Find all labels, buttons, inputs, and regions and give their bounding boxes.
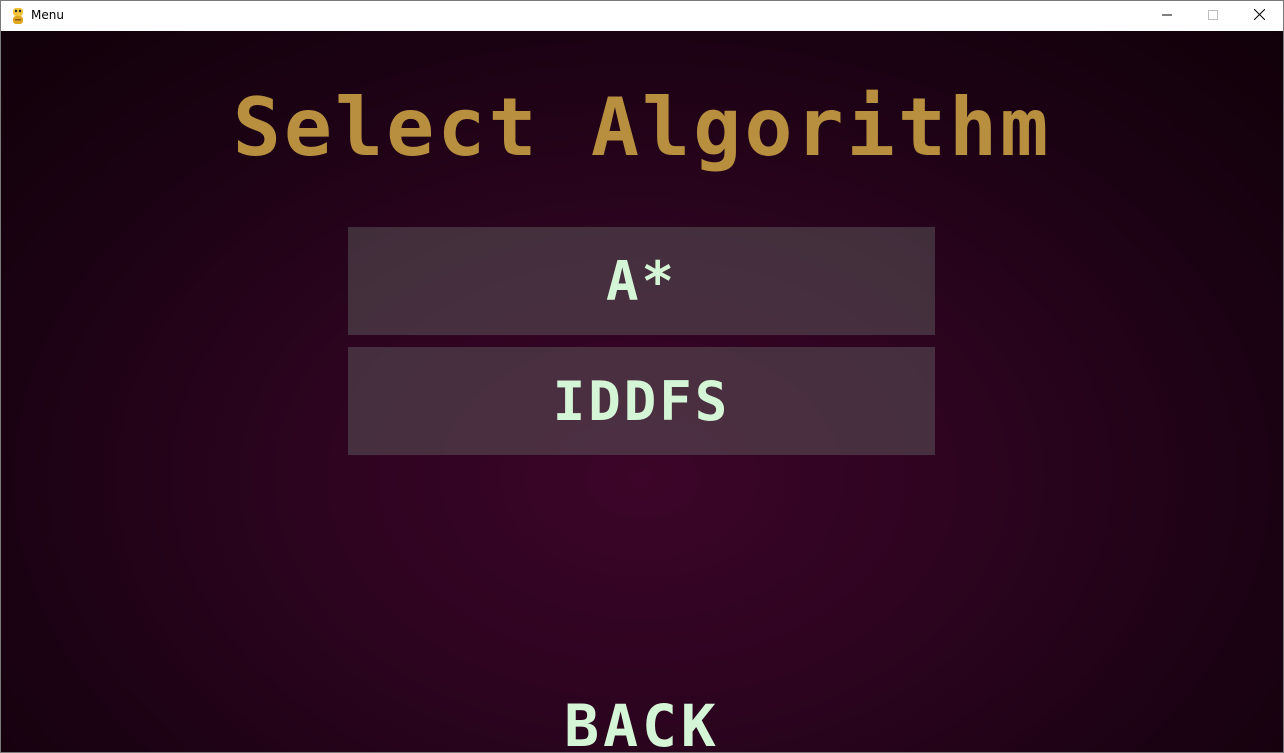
page-title: Select Algorithm bbox=[232, 81, 1052, 174]
astar-button[interactable]: A* bbox=[348, 227, 935, 335]
minimize-icon bbox=[1162, 7, 1172, 25]
astar-button-label: A* bbox=[605, 249, 678, 313]
python-snake-icon bbox=[10, 7, 26, 25]
close-icon bbox=[1253, 7, 1265, 25]
back-button-label: BACK bbox=[564, 692, 720, 753]
back-button[interactable]: BACK bbox=[542, 691, 742, 753]
maximize-icon bbox=[1208, 7, 1218, 25]
close-button[interactable] bbox=[1236, 1, 1282, 31]
maximize-button[interactable] bbox=[1190, 1, 1236, 31]
game-canvas: Select Algorithm A* IDDFS BACK bbox=[1, 31, 1283, 753]
iddfs-button-label: IDDFS bbox=[552, 369, 731, 433]
app-window: Menu Select Algorithm A* IDDFS BACK bbox=[0, 0, 1284, 753]
minimize-button[interactable] bbox=[1144, 1, 1190, 31]
window-title: Menu bbox=[31, 8, 64, 22]
iddfs-button[interactable]: IDDFS bbox=[348, 347, 935, 455]
title-bar[interactable]: Menu bbox=[1, 1, 1283, 31]
